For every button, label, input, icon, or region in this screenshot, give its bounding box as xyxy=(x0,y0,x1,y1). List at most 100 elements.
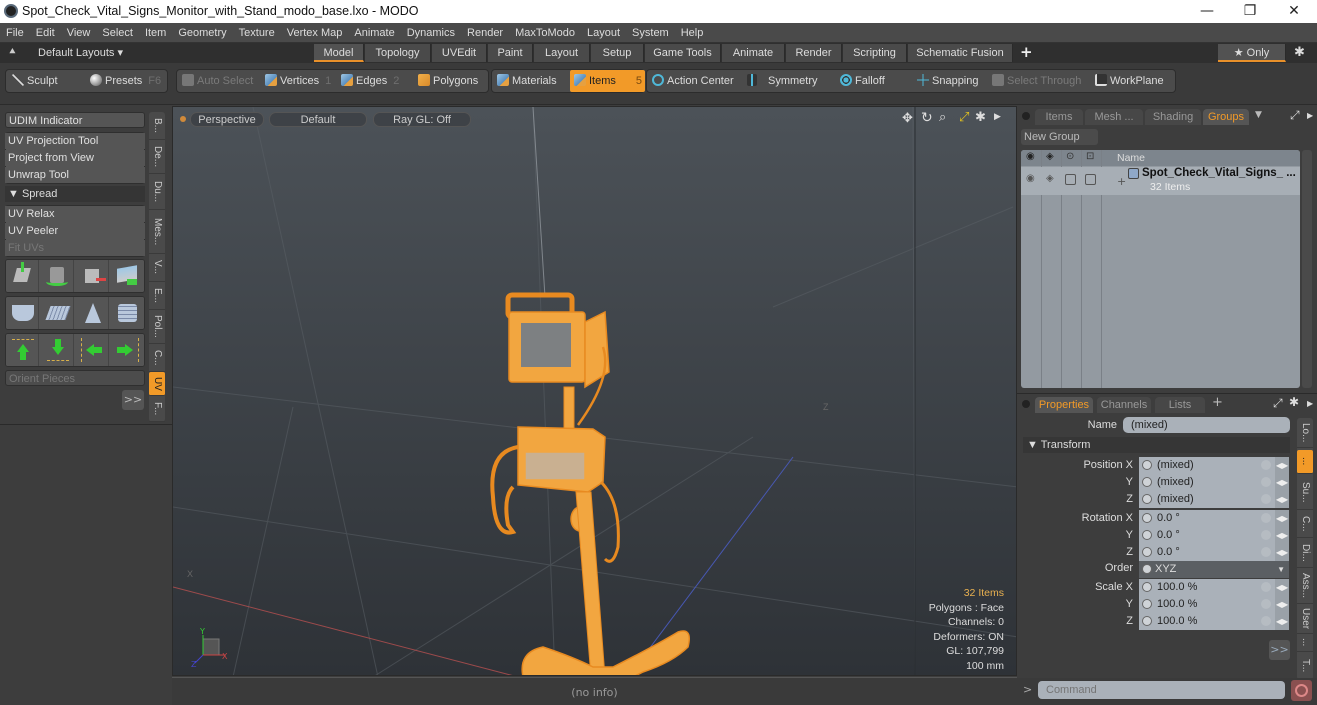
align-up-icon[interactable] xyxy=(6,334,39,366)
panel-menu-icon[interactable] xyxy=(1022,112,1030,120)
tab-render[interactable]: Render xyxy=(786,44,842,62)
uv-rotate-icon[interactable] xyxy=(41,260,74,292)
name-column-header[interactable]: Name xyxy=(1117,152,1145,164)
vtab-display[interactable]: Di... xyxy=(1297,538,1313,568)
slider-arrows-icon[interactable]: ◀▶ xyxy=(1275,596,1289,613)
project-from-view-button[interactable]: Project from View xyxy=(5,150,145,166)
uv-move-icon[interactable] xyxy=(6,260,39,292)
raygl-toggle[interactable]: Ray GL: Off xyxy=(373,112,471,127)
action-center-button[interactable]: Action Center xyxy=(652,70,734,92)
slider-arrows-icon[interactable]: ◀▶ xyxy=(1275,457,1289,474)
tab-mesh[interactable]: Mesh ... xyxy=(1085,109,1143,125)
lock-column-icon[interactable]: ⊙ xyxy=(1066,151,1074,162)
minimize-button[interactable]: — xyxy=(1185,0,1229,23)
rotation-x-field[interactable]: 0.0 ° ◀▶ xyxy=(1139,510,1289,527)
tab-schematic-fusion[interactable]: Schematic Fusion xyxy=(908,44,1013,62)
group-row[interactable]: ◉ ◈ + Spot_Check_Vital_Signs_ ... 32 Ite… xyxy=(1021,167,1300,195)
row-render-icon[interactable]: ◈ xyxy=(1046,173,1054,184)
tab-game-tools[interactable]: Game Tools xyxy=(645,44,721,62)
menu-animate[interactable]: Animate xyxy=(348,23,400,43)
orbit-icon[interactable]: ↻ xyxy=(921,110,933,126)
expand-properties-icon[interactable]: ⤢ xyxy=(1273,396,1283,411)
scale-x-field[interactable]: 100.0 % ◀▶ xyxy=(1139,579,1289,596)
tab-paint[interactable]: Paint xyxy=(488,44,533,62)
menu-layout[interactable]: Layout xyxy=(581,23,626,43)
name-input[interactable]: (mixed) xyxy=(1123,417,1290,433)
position-z-anim-dot[interactable] xyxy=(1142,494,1152,504)
slider-arrows-icon[interactable]: ◀▶ xyxy=(1275,527,1289,544)
slider-arrows-icon[interactable]: ◀▶ xyxy=(1275,474,1289,491)
menu-select[interactable]: Select xyxy=(96,23,139,43)
auto-select-button[interactable]: Auto Select xyxy=(182,70,253,92)
tab-animate[interactable]: Animate xyxy=(722,44,785,62)
vtab-edge[interactable]: E... xyxy=(149,282,165,310)
key-icon[interactable] xyxy=(1261,582,1271,592)
view-type-dropdown[interactable]: Perspective xyxy=(190,112,264,127)
key-icon[interactable] xyxy=(1261,494,1271,504)
gear-icon[interactable]: ✱ xyxy=(1294,45,1305,60)
key-icon[interactable] xyxy=(1261,460,1271,470)
properties-more-arrow-icon[interactable]: ▶ xyxy=(1307,399,1313,408)
new-group-button[interactable]: New Group xyxy=(1021,129,1098,145)
3d-viewport[interactable]: Z X Y X Z Perspective Default Ray GL: Of… xyxy=(172,106,1017,676)
viewport-more-arrow-icon[interactable]: ▶ xyxy=(994,112,1001,122)
tab-items[interactable]: Items xyxy=(1035,109,1083,125)
slider-arrows-icon[interactable]: ◀▶ xyxy=(1275,544,1289,561)
vtab-polygon[interactable]: Pol... xyxy=(149,310,165,344)
vtab-surface[interactable]: Su... xyxy=(1297,476,1313,510)
visibility-column-icon[interactable]: ◉ xyxy=(1026,151,1035,162)
menu-texture[interactable]: Texture xyxy=(233,23,281,43)
uv-planar-icon[interactable] xyxy=(41,297,74,329)
row-select-checkbox[interactable] xyxy=(1085,174,1096,185)
expand-row-icon[interactable]: + xyxy=(1117,175,1126,188)
tab-shading[interactable]: Shading xyxy=(1145,109,1201,125)
maximize-button[interactable]: ❐ xyxy=(1228,0,1272,23)
rotation-x-anim-dot[interactable] xyxy=(1142,513,1152,523)
menu-view[interactable]: View xyxy=(61,23,97,43)
items-button[interactable]: Items 5 xyxy=(570,70,645,92)
spread-section-header[interactable]: ▼ Spread xyxy=(5,186,145,202)
key-icon[interactable] xyxy=(1261,616,1271,626)
menu-render[interactable]: Render xyxy=(461,23,509,43)
tab-channels[interactable]: Channels xyxy=(1097,397,1151,413)
vtab-assembly[interactable]: Ass... xyxy=(1297,568,1313,604)
uv-box-icon[interactable] xyxy=(111,297,144,329)
shading-dropdown[interactable]: Default xyxy=(269,112,367,127)
key-icon[interactable] xyxy=(1261,513,1271,523)
panel-more-arrow-icon[interactable]: ▶ xyxy=(1307,111,1313,120)
only-filter-button[interactable]: ★ Only xyxy=(1218,44,1286,62)
key-icon[interactable] xyxy=(1261,477,1271,487)
edges-button[interactable]: Edges 2 xyxy=(341,70,399,92)
falloff-button[interactable]: Falloff xyxy=(840,70,885,92)
position-y-field[interactable]: (mixed) ◀▶ xyxy=(1139,474,1289,491)
expand-panel-icon[interactable]: ⤢ xyxy=(1290,108,1300,123)
more-properties-button[interactable]: >> xyxy=(1269,640,1290,660)
vtab-locator[interactable]: Lo... xyxy=(1297,418,1313,448)
menu-maxtomodo[interactable]: MaxToModo xyxy=(509,23,581,43)
symmetry-button[interactable]: Symmetry xyxy=(747,70,818,92)
sculpt-button[interactable]: Sculpt xyxy=(12,70,58,92)
uv-cylinder-icon[interactable] xyxy=(6,297,39,329)
rotation-z-anim-dot[interactable] xyxy=(1142,547,1152,557)
order-anim-dot[interactable] xyxy=(1142,564,1152,574)
position-y-anim-dot[interactable] xyxy=(1142,477,1152,487)
menu-file[interactable]: File xyxy=(0,23,30,43)
more-tools-button[interactable]: >> xyxy=(122,390,144,410)
slider-arrows-icon[interactable]: ◀▶ xyxy=(1275,510,1289,527)
tab-lists[interactable]: Lists xyxy=(1155,397,1205,413)
menu-edit[interactable]: Edit xyxy=(30,23,61,43)
udim-indicator-button[interactable]: UDIM Indicator xyxy=(5,112,145,128)
tab-topology[interactable]: Topology xyxy=(365,44,431,62)
close-button[interactable]: ✕ xyxy=(1272,0,1316,23)
scale-x-anim-dot[interactable] xyxy=(1142,582,1152,592)
position-x-field[interactable]: (mixed) ◀▶ xyxy=(1139,457,1289,474)
position-x-anim-dot[interactable] xyxy=(1142,460,1152,470)
default-layouts-dropdown[interactable]: Default Layouts ▾ xyxy=(38,46,123,59)
uv-transform-icon[interactable] xyxy=(111,260,144,292)
vtab-curves[interactable]: C... xyxy=(1297,510,1313,538)
row-lock-checkbox[interactable] xyxy=(1065,174,1076,185)
layout-up-icon[interactable]: ⯅ xyxy=(8,45,17,59)
uv-relax-button[interactable]: UV Relax xyxy=(5,206,145,222)
zoom-icon[interactable]: ⌕ xyxy=(939,110,946,125)
vertices-button[interactable]: Vertices 1 xyxy=(265,70,331,92)
